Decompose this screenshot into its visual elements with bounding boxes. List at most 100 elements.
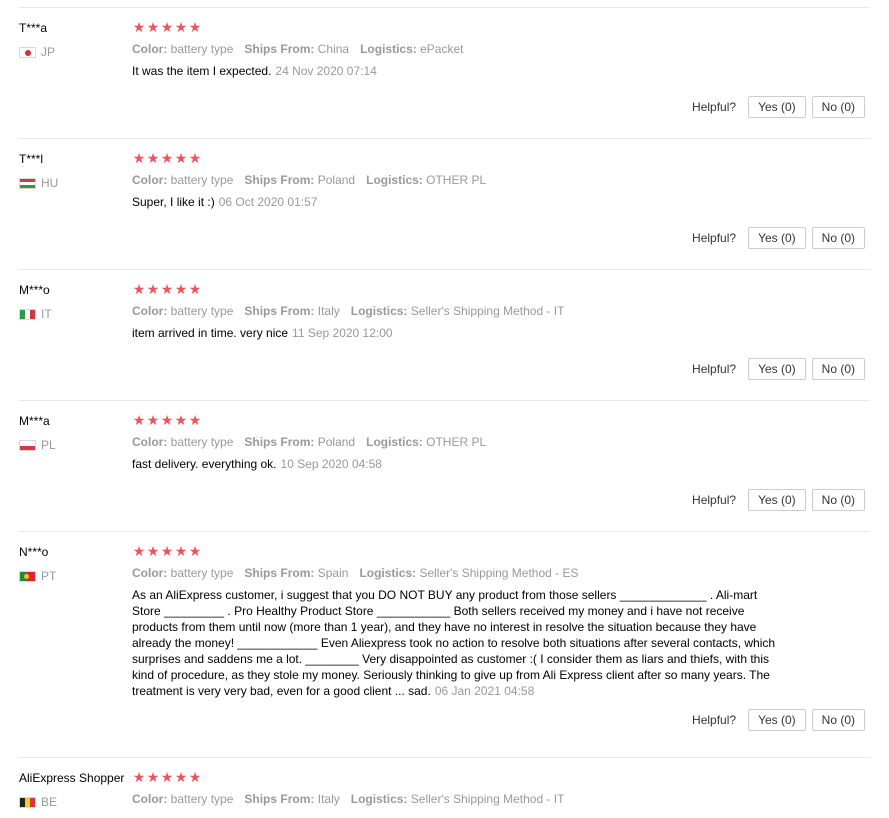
helpful-vote: Helpful? Yes (0) No (0) [692, 227, 865, 249]
star-icon: ★ [188, 19, 202, 35]
helpful-vote: Helpful? Yes (0) No (0) [692, 709, 865, 731]
star-icon: ★ [174, 150, 188, 166]
star-rating: ★★★★★ [132, 544, 782, 558]
ships-from-value: Poland [317, 435, 356, 449]
reviewer-name: T***l [19, 152, 44, 166]
country-code: PT [41, 569, 57, 583]
star-icon: ★ [132, 19, 146, 35]
review-content: fast delivery. everything ok. [132, 457, 277, 471]
helpful-yes-button[interactable]: Yes (0) [748, 358, 806, 380]
star-icon: ★ [188, 281, 202, 297]
color-value: battery type [170, 42, 234, 56]
review-item: M***o IT ★★★★★ Color: battery type Ships Fro… [19, 269, 870, 401]
helpful-yes-button[interactable]: Yes (0) [748, 489, 806, 511]
color-key: Color: [132, 173, 168, 187]
star-icon: ★ [146, 412, 160, 428]
reviewer-name: T***a [19, 21, 48, 35]
star-icon: ★ [146, 19, 160, 35]
helpful-yes-button[interactable]: Yes (0) [748, 96, 806, 118]
ships-from-key: Ships From: [244, 792, 315, 806]
review-body: ★★★★★ Color: battery type Ships From: Ital… [132, 770, 782, 807]
star-icon: ★ [146, 543, 160, 559]
ships-from-value: Italy [317, 792, 340, 806]
ships-from-value: Italy [317, 304, 340, 318]
star-icon: ★ [132, 150, 146, 166]
helpful-yes-button[interactable]: Yes (0) [748, 709, 806, 731]
star-icon: ★ [188, 543, 202, 559]
country-flag-icon [19, 571, 36, 582]
review-text: Super, I like it :) 06 Oct 2020 01:57 [132, 194, 782, 210]
review-attributes: Color: battery type Ships From: Italy Logi… [132, 791, 782, 807]
helpful-no-button[interactable]: No (0) [811, 96, 865, 118]
star-icon: ★ [174, 769, 188, 785]
color-value: battery type [170, 173, 234, 187]
ships-from-key: Ships From: [244, 304, 315, 318]
review-date: 11 Sep 2020 12:00 [292, 326, 393, 340]
review-body: ★★★★★ Color: battery type Ships From: Ital… [132, 282, 782, 341]
color-value: battery type [170, 566, 234, 580]
reviewer-name: AliExpress Shopper [19, 771, 125, 785]
review-date: 24 Nov 2020 07:14 [275, 64, 377, 78]
review-item: M***a PL ★★★★★ Color: battery type Ships Fro… [19, 400, 870, 532]
star-icon: ★ [160, 19, 174, 35]
country-flag-icon [19, 178, 36, 189]
review-body: ★★★★★ Color: battery type Ships From: Pola… [132, 151, 782, 210]
review-date: 06 Jan 2021 04:58 [434, 684, 535, 698]
review-content: Super, I like it :) [132, 195, 215, 209]
reviewer-info: M***a PL [19, 413, 131, 452]
reviewer-info: T***a JP [19, 20, 131, 59]
ships-from-key: Ships From: [244, 173, 315, 187]
review-text: It was the item I expected. 24 Nov 2020 0… [132, 63, 782, 79]
country-flag-icon [19, 309, 36, 320]
helpful-no-button[interactable]: No (0) [811, 709, 865, 731]
country-code: JP [41, 45, 56, 59]
ships-from-value: China [317, 42, 350, 56]
logistics-value: Seller's Shipping Method - IT [410, 792, 565, 806]
ships-from-key: Ships From: [244, 566, 315, 580]
star-icon: ★ [132, 412, 146, 428]
star-icon: ★ [132, 543, 146, 559]
helpful-no-button[interactable]: No (0) [811, 227, 865, 249]
color-value: battery type [170, 792, 234, 806]
star-icon: ★ [174, 543, 188, 559]
star-icon: ★ [160, 412, 174, 428]
reviewer-name: M***a [19, 414, 50, 428]
reviewer-name: M***o [19, 283, 50, 297]
star-icon: ★ [188, 769, 202, 785]
color-key: Color: [132, 792, 168, 806]
reviewer-info: AliExpress Shopper BE [19, 770, 131, 809]
review-body: ★★★★★ Color: battery type Ships From: Spai… [132, 544, 782, 699]
logistics-key: Logistics: [350, 304, 408, 318]
helpful-yes-button[interactable]: Yes (0) [748, 227, 806, 249]
review-item: AliExpress Shopper BE ★★★★★ Color: battery … [19, 757, 870, 818]
helpful-no-button[interactable]: No (0) [811, 489, 865, 511]
ships-from-key: Ships From: [244, 435, 315, 449]
helpful-label: Helpful? [692, 493, 737, 507]
review-attributes: Color: battery type Ships From: Poland Log… [132, 434, 782, 450]
review-text: item arrived in time. very nice 11 Sep 20… [132, 325, 782, 341]
star-rating: ★★★★★ [132, 413, 782, 427]
review-date: 10 Sep 2020 04:58 [280, 457, 382, 471]
ships-from-value: Poland [317, 173, 356, 187]
logistics-key: Logistics: [350, 792, 408, 806]
star-icon: ★ [174, 412, 188, 428]
star-icon: ★ [146, 769, 160, 785]
star-icon: ★ [146, 281, 160, 297]
logistics-value: Seller's Shipping Method - ES [419, 566, 579, 580]
helpful-no-button[interactable]: No (0) [811, 358, 865, 380]
logistics-value: Seller's Shipping Method - IT [410, 304, 565, 318]
star-icon: ★ [160, 150, 174, 166]
color-value: battery type [170, 304, 234, 318]
review-text: fast delivery. everything ok. 10 Sep 2020… [132, 456, 782, 472]
review-item: T***l HU ★★★★★ Color: battery type Ships Fro… [19, 138, 870, 270]
reviewer-info: M***o IT [19, 282, 131, 321]
helpful-vote: Helpful? Yes (0) No (0) [692, 358, 865, 380]
color-value: battery type [170, 435, 234, 449]
color-key: Color: [132, 304, 168, 318]
helpful-label: Helpful? [692, 713, 737, 727]
review-attributes: Color: battery type Ships From: Italy Logi… [132, 303, 782, 319]
helpful-label: Helpful? [692, 362, 737, 376]
logistics-value: ePacket [420, 42, 464, 56]
country-flag-icon [19, 440, 36, 451]
reviewer-info: T***l HU [19, 151, 131, 190]
